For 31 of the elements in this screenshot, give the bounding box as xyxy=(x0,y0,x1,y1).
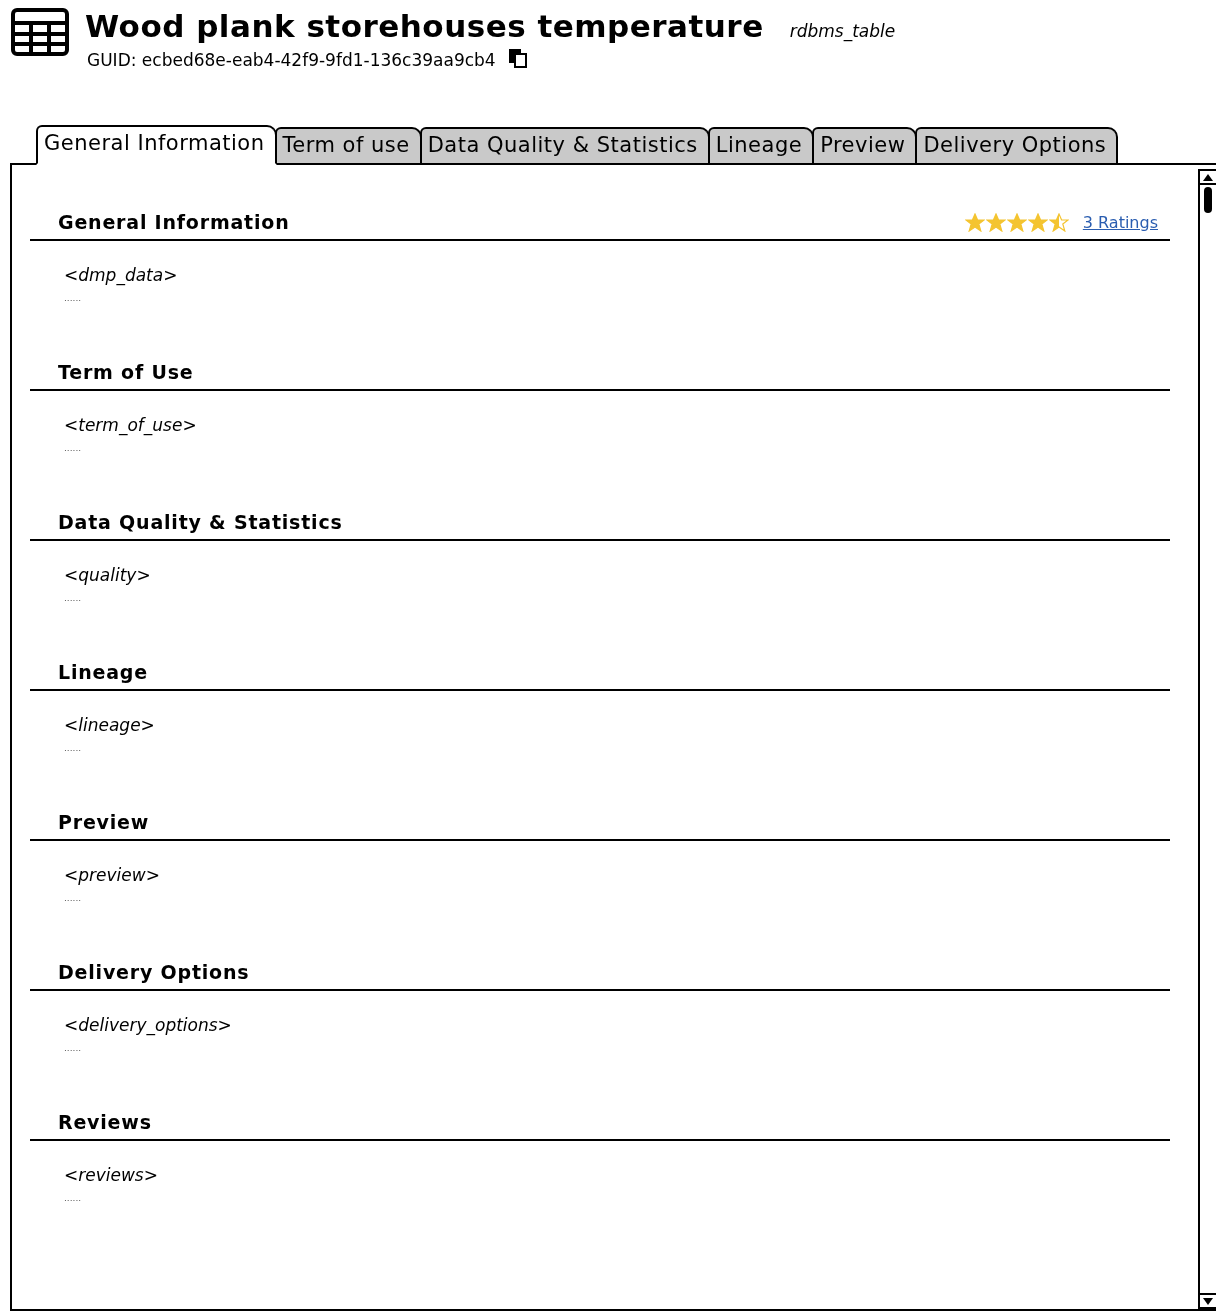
guid-text: GUID: ecbed68e-eab4-42f9-9fd1-136c39aa9cb4 xyxy=(87,50,496,70)
placeholder-text: <delivery_options> xyxy=(64,1015,233,1035)
tab[interactable]: Term of use xyxy=(274,127,422,163)
ellipsis-text: ...... xyxy=(64,1043,83,1053)
ellipsis-text: ...... xyxy=(64,443,83,453)
placeholder-text: <reviews> xyxy=(64,1165,159,1185)
page-title: Wood plank storehouses temperature xyxy=(85,8,764,44)
tab[interactable]: Preview xyxy=(812,127,918,163)
placeholder-text: <dmp_data> xyxy=(64,265,179,285)
ellipsis-text: ...... xyxy=(64,743,83,753)
placeholder-text: <term_of_use> xyxy=(64,415,198,435)
section-title: Delivery Options xyxy=(58,961,250,983)
placeholder-text: <quality> xyxy=(64,565,152,585)
ellipsis-text: ...... xyxy=(64,893,83,903)
tab[interactable]: General Information xyxy=(36,125,277,165)
type-label: rdbms_table xyxy=(789,21,896,41)
section-title: Term of Use xyxy=(58,361,194,383)
section-title: Reviews xyxy=(58,1111,152,1133)
ellipsis-text: ...... xyxy=(64,593,83,603)
tab[interactable]: Delivery Options xyxy=(915,127,1119,163)
placeholder-text: <lineage> xyxy=(64,715,156,735)
section-title: General Information xyxy=(58,211,290,233)
section-title: Lineage xyxy=(58,661,148,683)
ellipsis-text: ...... xyxy=(64,293,83,303)
section-title: Preview xyxy=(58,811,150,833)
tab[interactable]: Data Quality & Statistics xyxy=(419,127,710,163)
placeholder-text: <preview> xyxy=(64,865,161,885)
ratings-link[interactable]: 3 Ratings xyxy=(1082,212,1158,232)
ellipsis-text: ...... xyxy=(64,1193,83,1203)
tab[interactable]: Lineage xyxy=(707,127,815,163)
section-title: Data Quality & Statistics xyxy=(58,511,343,533)
